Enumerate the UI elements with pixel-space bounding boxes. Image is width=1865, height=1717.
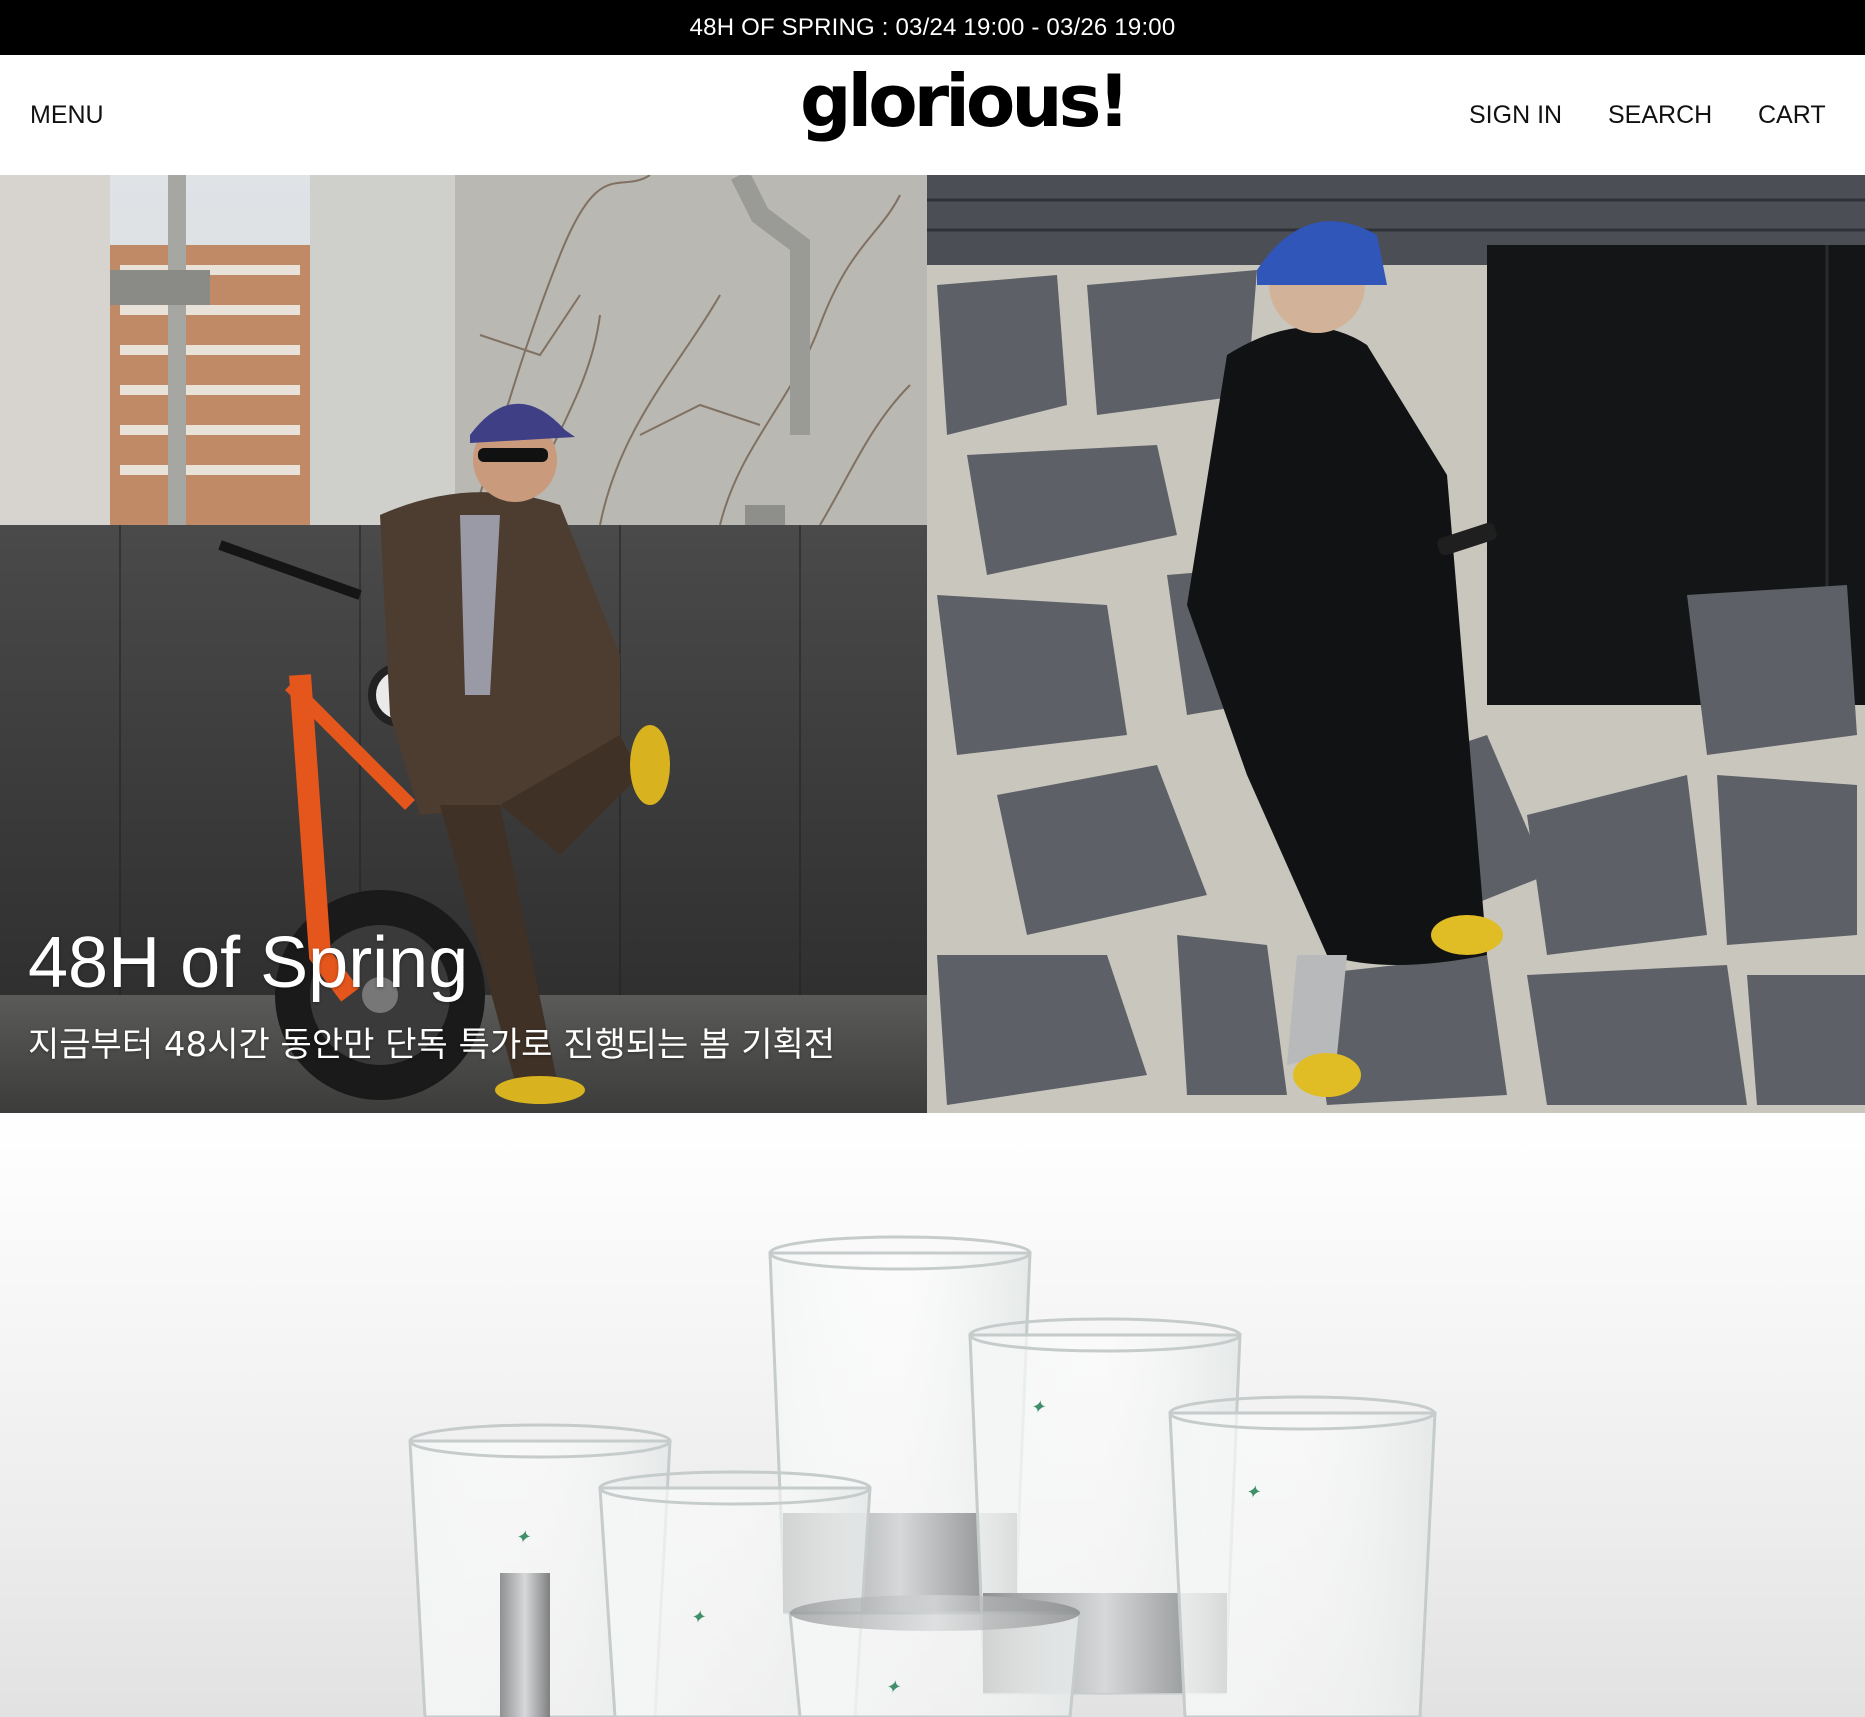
hero-banner[interactable]: 48H of Spring 지금부터 48시간 동안만 단독 특가로 진행되는 … bbox=[0, 175, 1865, 1113]
announcement-bar[interactable]: 48H OF SPRING : 03/24 19:00 - 03/26 19:0… bbox=[0, 0, 1865, 55]
cart-link[interactable]: CART bbox=[1758, 101, 1826, 130]
svg-text:✦: ✦ bbox=[885, 1677, 901, 1698]
glassware-image: ✦ ✦ ✦ ✦ ✦ bbox=[408, 1235, 1437, 1717]
sign-in-link[interactable]: SIGN IN bbox=[1469, 101, 1562, 130]
svg-text:✦: ✦ bbox=[1245, 1482, 1261, 1503]
hero-caption: 48H of Spring 지금부터 48시간 동안만 단독 특가로 진행되는 … bbox=[28, 927, 835, 1066]
logo[interactable]: glorious! bbox=[800, 65, 1130, 137]
announcement-text: 48H OF SPRING : 03/24 19:00 - 03/26 19:0… bbox=[689, 13, 1176, 41]
search-link[interactable]: SEARCH bbox=[1608, 101, 1712, 130]
svg-text:✦: ✦ bbox=[1030, 1397, 1046, 1418]
site-header: MENU glorious! SIGN IN SEARCH CART bbox=[0, 55, 1865, 175]
hero-image-coat bbox=[927, 175, 1865, 1113]
svg-text:✦: ✦ bbox=[690, 1607, 706, 1628]
hero-title: 48H of Spring bbox=[28, 923, 469, 1003]
menu-button[interactable]: MENU bbox=[30, 101, 104, 130]
product-banner[interactable]: ✦ ✦ ✦ ✦ ✦ bbox=[0, 1113, 1865, 1717]
hero-subtitle: 지금부터 48시간 동안만 단독 특가로 진행되는 봄 기획전 bbox=[28, 1025, 836, 1065]
svg-text:✦: ✦ bbox=[515, 1527, 531, 1548]
